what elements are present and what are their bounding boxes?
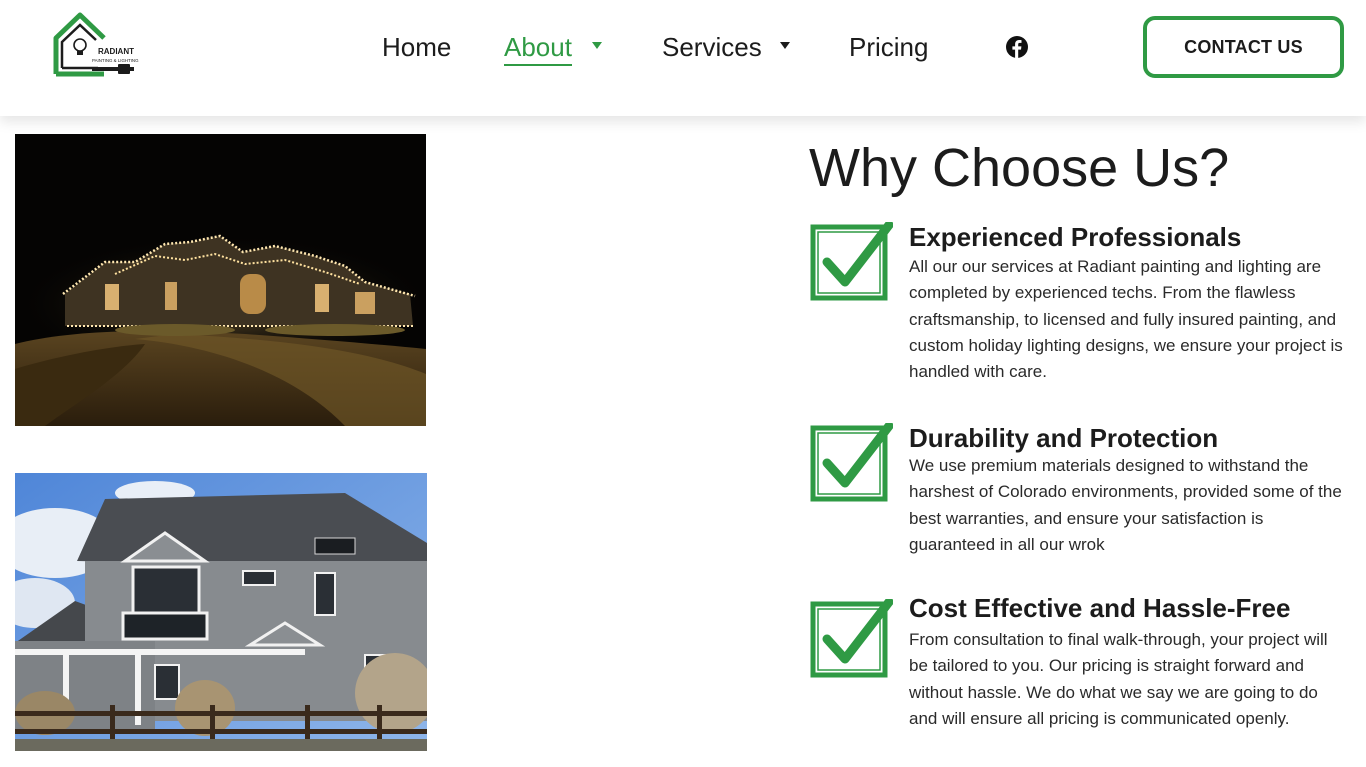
why-choose-us-heading: Why Choose Us? xyxy=(809,138,1230,198)
nav-pricing-label: Pricing xyxy=(849,32,929,62)
nav-pricing[interactable]: Pricing xyxy=(849,30,928,64)
facebook-icon[interactable] xyxy=(1006,36,1028,58)
feature-description: All our our services at Radiant painting… xyxy=(909,257,1343,382)
feature-title: Experienced Professionals xyxy=(909,222,1242,252)
feature-description: We use premium materials designed to wit… xyxy=(909,456,1342,554)
services-dropdown-caret-icon[interactable] xyxy=(780,42,790,49)
nav-services-label: Services xyxy=(662,32,762,62)
feature-title: Cost Effective and Hassle-Free xyxy=(909,593,1291,623)
nav-about[interactable]: About xyxy=(504,30,572,66)
nav-home-label: Home xyxy=(382,32,452,62)
nav-home[interactable]: Home xyxy=(382,30,451,64)
feature-title: Durability and Protection xyxy=(909,423,1219,453)
green-checkbox-icon xyxy=(809,597,894,681)
green-checkbox-icon xyxy=(809,220,894,304)
night-house-lights-photo xyxy=(15,134,426,426)
green-checkbox-icon xyxy=(809,421,894,505)
gray-house-daytime-photo xyxy=(15,473,427,751)
feature-description: From consultation to final walk-through,… xyxy=(909,630,1328,728)
contact-us-button[interactable]: CONTACT US xyxy=(1143,16,1344,78)
site-header: RADIANT PAINTING & LIGHTING Home About S… xyxy=(0,0,1366,116)
nav-services[interactable]: Services xyxy=(662,30,762,64)
nav-about-label: About xyxy=(504,32,572,66)
about-dropdown-caret-icon[interactable] xyxy=(592,42,602,49)
